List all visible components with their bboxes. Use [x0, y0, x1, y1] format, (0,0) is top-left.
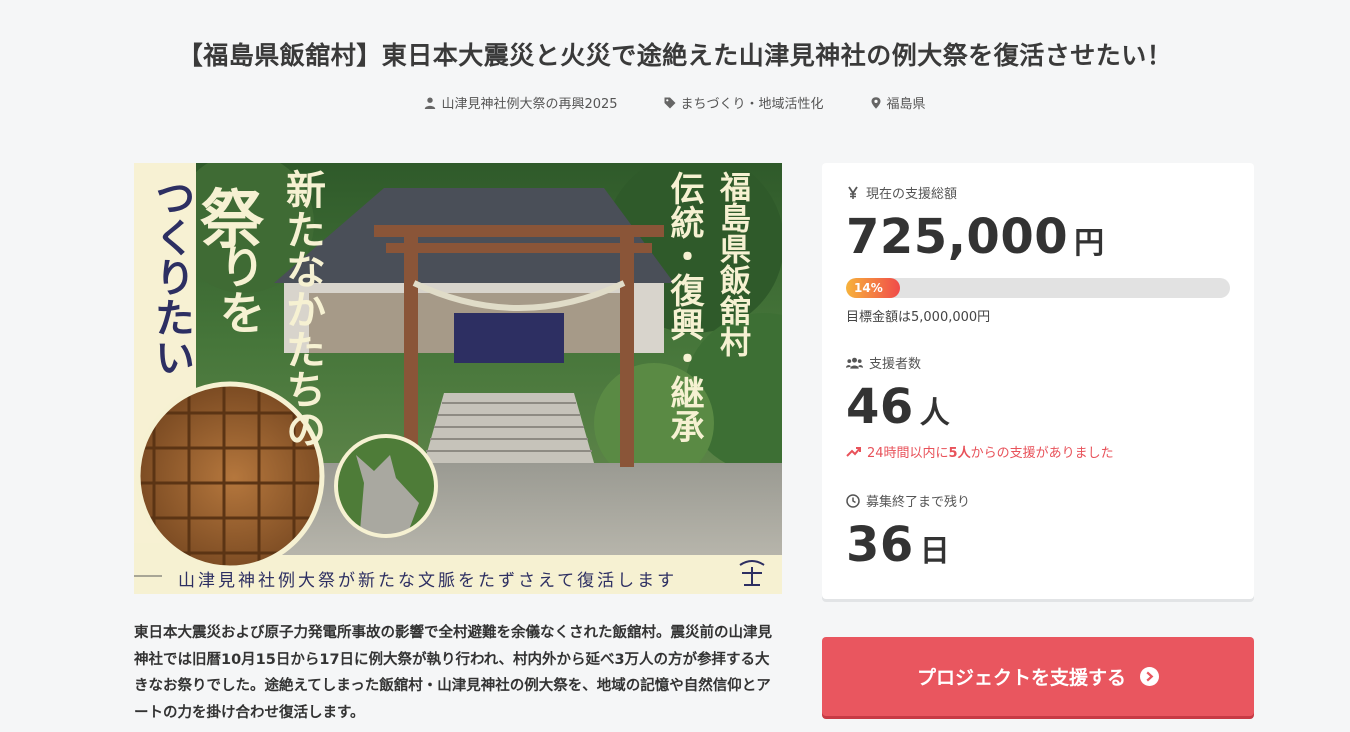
recent-support-notice: 24時間以内に5人からの支援がありました [846, 442, 1114, 461]
users-icon [846, 357, 863, 369]
owner-link[interactable]: 山津見神社例大祭の再興2025 [424, 93, 618, 112]
recent-prefix: 24時間以内に [867, 446, 949, 461]
hero-banner: 山津見神社例大祭が新たな文脈をたずさえて復活します [178, 571, 678, 591]
supporters-unit: 人 [919, 396, 951, 431]
clock-icon [846, 493, 860, 508]
supporters-value: 46 [846, 379, 914, 435]
support-project-label: プロジェクトを支援する [916, 667, 1126, 689]
amount-label: 現在の支援総額 [866, 187, 958, 202]
funding-progress-fill: 14% [846, 278, 900, 298]
location-name: 福島県 [886, 97, 926, 112]
remaining-value: 36 [846, 517, 914, 573]
location-link[interactable]: 福島県 [870, 93, 926, 112]
map-pin-icon [871, 96, 881, 109]
recent-count: 5人 [948, 446, 971, 461]
funding-progress-bar: 14% [846, 278, 1230, 298]
trending-up-icon [846, 446, 861, 457]
amount-unit: 円 [1074, 226, 1105, 261]
amount-label-row: 現在の支援総額 [846, 183, 957, 202]
hero-vertical-ri: りを [212, 243, 266, 335]
yen-icon [848, 186, 858, 199]
remaining-value-row: 36 日 [846, 521, 950, 576]
project-title: 【福島県飯舘村】東日本大震災と火災で途絶えた山津見神社の例大祭を復活させたい！ [177, 41, 1173, 70]
user-icon [425, 97, 436, 109]
support-project-button[interactable]: プロジェクトを支援する [822, 637, 1254, 716]
hero-vertical-right-b: 伝統・復興・継承 [664, 171, 704, 443]
supporters-label-row: 支援者数 [846, 353, 921, 372]
stats-panel: 現在の支援総額 725,000 円 14% 目標金額は5,000,000円 支援者… [822, 163, 1254, 599]
category-link[interactable]: まちづくり・地域活性化 [664, 93, 824, 112]
project-hero-image: つくりたい 祭 りを 新たなかたちの 福島県飯舘村 伝統・復興・継承 山津見神社… [134, 163, 782, 594]
supporters-value-row: 46 人 [846, 383, 950, 438]
amount-value: 725,000 [846, 209, 1069, 265]
project-meta: 山津見神社例大祭の再興2025 まちづくり・地域活性化 福島県 [0, 93, 1350, 112]
remaining-label-row: 募集終了まで残り [846, 491, 970, 510]
hero-vertical-right-a: 福島県飯舘村 [714, 171, 750, 357]
recent-suffix: からの支援がありました [970, 446, 1114, 461]
category-name: まちづくり・地域活性化 [680, 97, 824, 112]
supporters-label: 支援者数 [869, 357, 922, 372]
owner-name: 山津見神社例大祭の再興2025 [441, 97, 618, 112]
amount-value-row: 725,000 円 [846, 213, 1105, 268]
goal-amount: 目標金額は5,000,000円 [846, 310, 991, 325]
chevron-right-icon [1140, 667, 1159, 686]
project-description: 東日本大震災および原子力発電所事故の影響で全村避難を余儀なくされた飯舘村。震災前… [134, 625, 772, 721]
hero-vertical-left: つくりたい [148, 177, 195, 377]
progress-percent: 14% [854, 281, 883, 295]
hero-vertical-middle: 新たなかたちの [279, 169, 326, 449]
remaining-label: 募集終了まで残り [866, 495, 971, 510]
tag-icon [664, 97, 676, 108]
remaining-unit: 日 [919, 534, 951, 569]
